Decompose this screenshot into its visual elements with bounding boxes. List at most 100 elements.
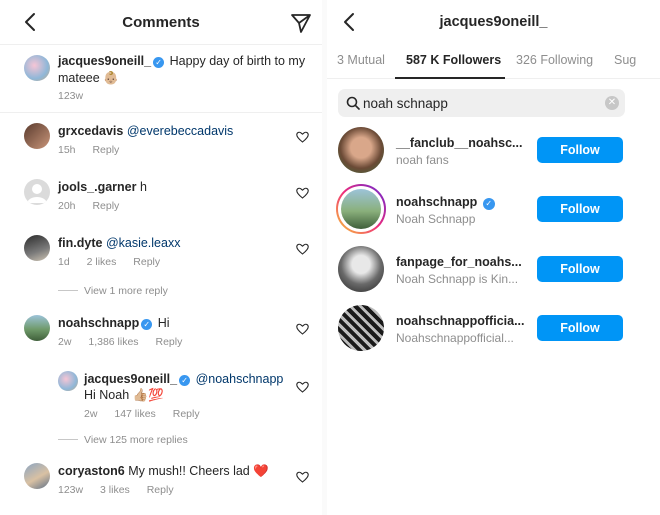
user-row[interactable]: noahschnapp ✓ Noah Schnapp Follow [336, 184, 638, 234]
reply-link[interactable]: Reply [133, 256, 160, 268]
page-title: Comments [122, 14, 200, 31]
heart-outline-icon[interactable] [296, 323, 309, 335]
comment-item: noahschnapp ✓ Hi 2w 1,386 likes Reply [24, 315, 319, 359]
caption-text: jacques9oneill_ ✓ Happy day of birth to m… [58, 53, 318, 87]
search-icon [346, 96, 360, 110]
heart-outline-icon[interactable] [296, 131, 309, 143]
comment-username[interactable]: grxcedavis [58, 124, 123, 138]
follow-button[interactable]: Follow [537, 256, 623, 282]
comment-item: fin.dyte @kasie.leaxx 1d 2 likes Reply [24, 235, 319, 279]
reply-item: jacques9oneill_ ✓ @noahschnapp Hi Noah 👍🏼… [58, 371, 318, 421]
follow-button[interactable]: Follow [537, 137, 623, 163]
avatar[interactable] [24, 123, 50, 149]
user-row[interactable]: noahschnappofficia... Noahschnappofficia… [338, 305, 638, 353]
user-fullname: Noah Schnapp [396, 212, 476, 226]
heart-outline-icon[interactable] [296, 243, 309, 255]
avatar[interactable] [24, 55, 50, 81]
reply-username[interactable]: jacques9oneill_ [84, 372, 177, 386]
comment-meta: 123w 3 likes Reply [58, 484, 188, 496]
comment-text: fin.dyte @kasie.leaxx [58, 235, 180, 251]
comment-text: coryaston6 My mush!! Cheers lad ❤️ [58, 463, 269, 479]
avatar[interactable] [24, 463, 50, 489]
user-username[interactable]: noahschnappofficia... [396, 314, 525, 328]
avatar[interactable] [24, 315, 50, 341]
avatar[interactable] [338, 305, 384, 351]
user-username[interactable]: fanpage_for_noahs... [396, 255, 522, 269]
comment-body: h [139, 180, 147, 194]
comment-meta: 20h Reply [58, 200, 133, 212]
tab-following[interactable]: 326 Following [516, 53, 593, 67]
verified-badge-icon: ✓ [141, 319, 153, 330]
comment-username[interactable]: jools_.garner [58, 180, 137, 194]
avatar[interactable] [338, 246, 384, 292]
user-username[interactable]: noahschnapp ✓ [396, 195, 497, 210]
avatar[interactable] [58, 371, 78, 391]
comment-username[interactable]: noahschnapp [58, 316, 139, 330]
comments-header: Comments [0, 0, 322, 44]
tab-mutual[interactable]: 3 Mutual [337, 53, 385, 67]
follow-button[interactable]: Follow [537, 315, 623, 341]
verified-badge-icon: ✓ [482, 198, 495, 210]
verified-badge-icon: ✓ [153, 57, 165, 68]
reply-link[interactable]: Reply [147, 484, 174, 496]
reply-text: jacques9oneill_ ✓ @noahschnapp [84, 371, 283, 387]
comment-time: 123w [58, 484, 84, 496]
comment-body: Hi [157, 316, 170, 330]
divider [58, 290, 78, 291]
view-replies-link[interactable]: View 1 more reply [58, 285, 168, 297]
comment-mention[interactable]: @kasie.leaxx [106, 236, 181, 250]
comment-text: grxcedavis @everebeccadavis [58, 123, 233, 139]
user-username[interactable]: __fanclub__noahsc... [396, 136, 522, 150]
reply-mention[interactable]: @noahschnapp [196, 372, 284, 386]
comment-item: jools_.garner h 20h Reply [24, 179, 319, 223]
comment-mention[interactable]: @everebeccadavis [127, 124, 234, 138]
user-fullname: noah fans [396, 153, 449, 167]
avatar[interactable] [24, 179, 50, 205]
divider [0, 44, 322, 45]
user-fullname: Noahschnappofficial... [396, 331, 514, 345]
search-bar: ✕ [338, 89, 625, 117]
tab-suggested[interactable]: Sug [614, 53, 636, 67]
heart-outline-icon[interactable] [296, 187, 309, 199]
comment-meta: 2w 1,386 likes Reply [58, 336, 196, 348]
comment-time: 1d [58, 256, 70, 268]
reply-link[interactable]: Reply [92, 144, 119, 156]
reply-likes[interactable]: 147 likes [114, 408, 155, 420]
view-replies-label: View 125 more replies [84, 434, 188, 446]
reply-link[interactable]: Reply [155, 336, 182, 348]
caption-username[interactable]: jacques9oneill_ [58, 54, 151, 68]
comments-panel: Comments jacques9oneill_ ✓ Happy day of b… [0, 0, 322, 515]
follow-button[interactable]: Follow [537, 196, 623, 222]
comment-username[interactable]: fin.dyte [58, 236, 102, 250]
heart-outline-icon[interactable] [296, 381, 309, 393]
comment-item: coryaston6 My mush!! Cheers lad ❤️ 123w … [24, 463, 319, 507]
comment-text: jools_.garner h [58, 179, 147, 195]
search-input[interactable] [363, 93, 598, 113]
reply-link[interactable]: Reply [173, 408, 200, 420]
followers-panel: jacques9oneill_ 3 Mutual 587 K Followers… [327, 0, 660, 515]
paper-plane-icon[interactable] [290, 12, 312, 34]
comment-body: My mush!! Cheers lad ❤️ [128, 464, 269, 478]
user-row[interactable]: fanpage_for_noahs... Noah Schnapp is Kin… [338, 246, 638, 294]
avatar[interactable] [338, 127, 384, 173]
reply-link[interactable]: Reply [92, 200, 119, 212]
divider [0, 112, 322, 113]
comment-time: 20h [58, 200, 76, 212]
reply-body: Hi Noah 👍🏼💯 [84, 388, 164, 402]
comment-username[interactable]: coryaston6 [58, 464, 125, 478]
avatar[interactable] [24, 235, 50, 261]
heart-outline-icon[interactable] [296, 471, 309, 483]
avatar[interactable] [341, 189, 381, 229]
active-tab-indicator [395, 77, 505, 79]
comment-likes[interactable]: 3 likes [100, 484, 130, 496]
view-replies-label: View 1 more reply [84, 285, 168, 297]
verified-badge-icon: ✓ [179, 375, 191, 386]
view-replies-link[interactable]: View 125 more replies [58, 434, 188, 446]
comment-likes[interactable]: 1,386 likes [88, 336, 138, 348]
tab-followers[interactable]: 587 K Followers [406, 53, 501, 67]
user-row[interactable]: __fanclub__noahsc... noah fans Follow [338, 127, 638, 175]
comment-meta: 1d 2 likes Reply [58, 256, 174, 268]
caption-time: 123w [58, 90, 84, 102]
comment-likes[interactable]: 2 likes [87, 256, 117, 268]
clear-circle-icon[interactable]: ✕ [605, 96, 619, 110]
